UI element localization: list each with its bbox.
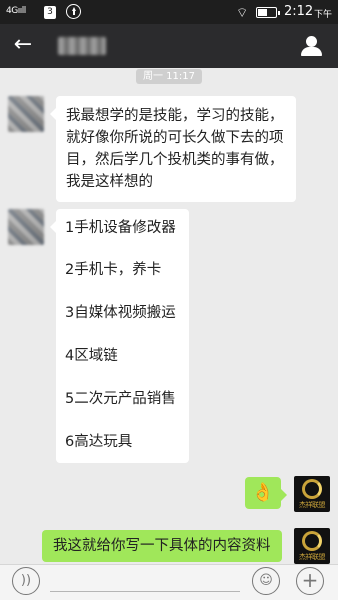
list-item: 6高达玩具 [65, 434, 133, 450]
sent-message-bubble[interactable]: 我这就给你写一下具体的内容资料 [42, 530, 282, 562]
list-item: 3自媒体视频搬运 [65, 305, 176, 321]
sim-badge: 3 [44, 6, 56, 19]
self-avatar[interactable]: 杰祥联盟 [294, 528, 330, 564]
brand-logo-ring [302, 531, 322, 551]
ok-hand-emoji: 👌 [251, 482, 275, 503]
smiley-icon: ☺ [259, 573, 273, 588]
sent-emoji-bubble[interactable]: 👌 [245, 477, 287, 509]
battery-fill [258, 9, 267, 16]
plus-icon: + [301, 568, 319, 592]
chat-profile-button[interactable] [298, 34, 326, 58]
contact-name-blurred [58, 37, 106, 55]
message-timestamp: 周一 11:17 [136, 69, 202, 84]
received-message-bubble[interactable]: 1手机设备修改器 2手机卡，养卡 3自媒体视频搬运 4区域链 5二次元产品销售 … [50, 209, 189, 463]
chat-input-bar: )) ☺ + [0, 564, 338, 600]
status-bar: 4Gııll 3 ⌔ 2:12 下午 [0, 0, 338, 24]
upload-circle-icon [66, 4, 81, 19]
contact-avatar[interactable] [8, 209, 44, 245]
list-item: 4区域链 [65, 348, 118, 364]
signal-strength: 4Gııll [6, 6, 26, 16]
message-line: 我最想学的是技能，学习的技能， [66, 108, 284, 124]
message-line: 就好像你所说的可长久做下去的项 [66, 130, 284, 146]
battery-icon [256, 7, 280, 18]
self-avatar[interactable]: 杰祥联盟 [294, 476, 330, 512]
back-arrow-icon: ← [13, 32, 33, 57]
chat-message-list[interactable]: 周一 11:17 我最想学的是技能，学习的技能， 就好像你所说的可长久做下去的项… [0, 68, 338, 564]
back-button[interactable]: ← [10, 34, 36, 58]
brand-logo-text: 杰祥联盟 [299, 553, 326, 561]
message-line: 我是这样想的 [66, 174, 153, 190]
message-line: 目，然后学几个投机类的事有做， [66, 152, 284, 168]
message-text-input[interactable] [50, 591, 240, 592]
received-message-bubble[interactable]: 我最想学的是技能，学习的技能， 就好像你所说的可长久做下去的项 目，然后学几个投… [50, 96, 296, 202]
clock-time: 2:12 [284, 4, 314, 19]
brand-logo-text: 杰祥联盟 [299, 501, 326, 509]
person-icon [306, 36, 317, 47]
voice-icon: )) [20, 573, 32, 588]
contact-avatar[interactable] [8, 96, 44, 132]
voice-input-button[interactable]: )) [12, 567, 40, 595]
list-item: 1手机设备修改器 [65, 220, 176, 236]
more-actions-button[interactable]: + [296, 567, 324, 595]
emoji-button[interactable]: ☺ [252, 567, 280, 595]
list-item: 5二次元产品销售 [65, 391, 176, 407]
list-item: 2手机卡，养卡 [65, 262, 162, 278]
clock-ampm: 下午 [314, 10, 333, 20]
wifi-icon: ⌔ [236, 6, 249, 21]
chat-title-bar: ← [0, 24, 338, 68]
message-text: 我这就给你写一下具体的内容资料 [53, 538, 271, 554]
brand-logo-ring [302, 479, 322, 499]
person-icon-body [301, 47, 322, 56]
